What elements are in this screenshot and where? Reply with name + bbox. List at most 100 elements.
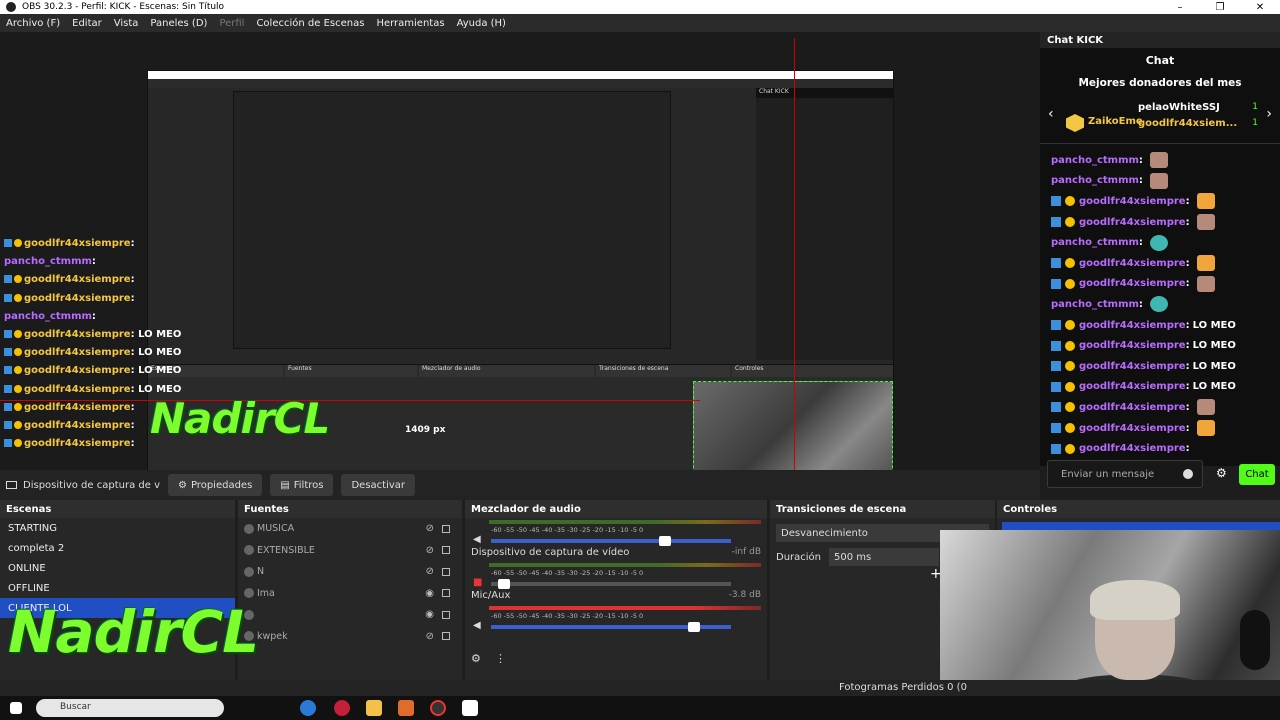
eye-off-icon[interactable]: ⊘ (426, 523, 434, 534)
sources-header: Fuentes (238, 500, 462, 518)
menu-herramientas[interactable]: Herramientas (370, 18, 450, 29)
edge-icon[interactable] (300, 700, 316, 716)
chat-message-list[interactable]: pancho_ctmmm: pancho_ctmmm: goodlfr44xsiem… (1040, 144, 1280, 466)
source-item[interactable]: ◉ (238, 604, 462, 626)
menu-coleccion-escenas[interactable]: Colección de Escenas (250, 18, 370, 29)
emote-icon (1196, 255, 1215, 272)
overlay-colon: : (130, 347, 139, 359)
gear-icon: ⚙ (177, 479, 187, 491)
preview-canvas[interactable]: Chat KICK Escenas Fuentes Mezclador de a… (0, 32, 1040, 470)
windows-start-icon[interactable] (10, 702, 22, 714)
menu-ayuda[interactable]: Ayuda (H) (451, 18, 512, 29)
maximize-button[interactable]: ❐ (1200, 0, 1240, 14)
gear-icon[interactable]: ⚙ (1216, 466, 1227, 480)
eye-off-icon[interactable]: ⊘ (426, 566, 434, 577)
obs-taskbar-icon[interactable] (430, 700, 446, 716)
scene-item[interactable]: completa 2 (0, 538, 235, 558)
chat-colon: : (1185, 340, 1190, 352)
nested-preview (233, 91, 671, 349)
chevron-right-icon[interactable]: › (1266, 106, 1272, 122)
chat-username[interactable]: goodlfr44xsiempre (1079, 402, 1186, 413)
chat-username[interactable]: goodlfr44xsiempre (1079, 258, 1186, 269)
speaker-icon[interactable]: ◀ (473, 534, 481, 545)
window-controls: – ❐ ✕ (1160, 0, 1280, 14)
menu-perfil[interactable]: Perfil (213, 18, 250, 29)
chat-username[interactable]: pancho_ctmmm (1051, 237, 1139, 248)
taskbar-search[interactable]: Buscar (36, 699, 224, 717)
lock-icon[interactable] (442, 524, 450, 533)
status-bar: Fotogramas Perdidos 0 (0 (0, 680, 1280, 696)
emoji-icon[interactable] (1183, 469, 1193, 479)
duration-input[interactable]: 500 ms (829, 548, 940, 566)
chat-username[interactable]: goodlfr44xsiempre (1079, 278, 1186, 289)
eye-off-icon[interactable]: ⊘ (426, 631, 434, 642)
scene-item[interactable]: STARTING (0, 518, 235, 538)
mixer-settings-icon[interactable]: ⚙ (471, 652, 481, 665)
source-item[interactable]: Ima ◉ (238, 583, 462, 605)
overlay-chat-row: goodlfr44xsiempre: (4, 402, 135, 413)
chat-username[interactable]: goodlfr44xsiempre (1079, 381, 1186, 392)
source-item[interactable]: EXTENSIBLE ⊘ (238, 540, 462, 562)
chat-username[interactable]: pancho_ctmmm (1051, 175, 1139, 186)
menu-vista[interactable]: Vista (108, 18, 145, 29)
chat-message: goodlfr44xsiempre: (1051, 397, 1280, 418)
nested-transitions-header: Transiciones de escena (596, 365, 730, 377)
volume-fader[interactable]: ◀ (473, 534, 731, 546)
lock-icon[interactable] (442, 589, 450, 598)
deactivate-button[interactable]: Desactivar (341, 474, 416, 496)
eye-icon[interactable]: ◉ (425, 609, 434, 620)
chat-username[interactable]: goodlfr44xsiempre (1079, 443, 1186, 454)
scene-item[interactable]: OFFLINE (0, 578, 235, 598)
source-item[interactable]: MUSICA ⊘ (238, 518, 462, 540)
eye-off-icon[interactable]: ⊘ (426, 545, 434, 556)
menu-paneles[interactable]: Paneles (D) (144, 18, 213, 29)
minimize-button[interactable]: – (1160, 0, 1200, 14)
close-button[interactable]: ✕ (1240, 0, 1280, 14)
properties-button[interactable]: ⚙ Propiedades (167, 474, 263, 496)
chat-message-input[interactable]: Enviar un mensaje (1047, 460, 1203, 488)
volume-fader[interactable]: ◀ (473, 620, 731, 632)
chat-username[interactable]: goodlfr44xsiempre (1079, 320, 1186, 331)
fader-knob[interactable] (687, 622, 700, 632)
lock-icon[interactable] (442, 610, 450, 619)
chat-username[interactable]: goodlfr44xsiempre (1079, 423, 1186, 434)
filters-button[interactable]: ▤ Filtros (270, 474, 334, 496)
chat-text: LO MEO (1192, 381, 1236, 393)
chat-username[interactable]: goodlfr44xsiempre (1079, 217, 1186, 228)
chat-username[interactable]: pancho_ctmmm (1051, 155, 1139, 166)
speaker-icon[interactable]: ◀ (473, 620, 481, 631)
menu-archivo[interactable]: Archivo (F) (0, 18, 66, 29)
source-item[interactable]: N ⊘ (238, 561, 462, 583)
speaker-muted-icon[interactable]: ■ (473, 577, 482, 588)
source-item[interactable]: kwpek ⊘ (238, 626, 462, 648)
selected-source: Dispositivo de captura de v (6, 480, 160, 491)
mixer-channel-header: Dispositivo de captura de vídeo -inf dB (471, 547, 761, 561)
overlay-colon: : (91, 256, 96, 268)
chevron-left-icon[interactable]: ‹ (1048, 106, 1054, 122)
subscriber-badge-icon (1051, 402, 1061, 413)
coin-badge-icon (1065, 340, 1075, 351)
chat-colon: : (1138, 298, 1143, 310)
coin-badge-icon (1065, 278, 1075, 289)
opera-icon[interactable] (334, 700, 350, 716)
mixer-channels: -60 -55 -50 -45 -40 -35 -30 -25 -20 -15 … (465, 520, 767, 632)
scene-item[interactable]: ONLINE (0, 558, 235, 578)
chat-username[interactable]: goodlfr44xsiempre (1079, 361, 1186, 372)
calendar-icon[interactable] (462, 700, 478, 716)
folder-icon[interactable] (366, 700, 382, 716)
lock-icon[interactable] (442, 546, 450, 555)
chat-send-button[interactable]: Chat (1239, 464, 1275, 485)
lock-icon[interactable] (442, 632, 450, 641)
eye-icon[interactable]: ◉ (425, 588, 434, 599)
chat-username[interactable]: goodlfr44xsiempre (1079, 340, 1186, 351)
fader-knob[interactable] (659, 536, 671, 546)
fader-knob[interactable] (498, 579, 511, 589)
chat-username[interactable]: pancho_ctmmm (1051, 299, 1139, 310)
chat-username[interactable]: goodlfr44xsiempre (1079, 196, 1186, 207)
source-name: N (257, 566, 265, 578)
brave-icon[interactable] (398, 700, 414, 716)
menu-editar[interactable]: Editar (66, 18, 108, 29)
lock-icon[interactable] (442, 567, 450, 576)
mixer-menu-icon[interactable]: ⋮ (495, 652, 506, 665)
volume-fader[interactable]: ■ (473, 577, 731, 589)
